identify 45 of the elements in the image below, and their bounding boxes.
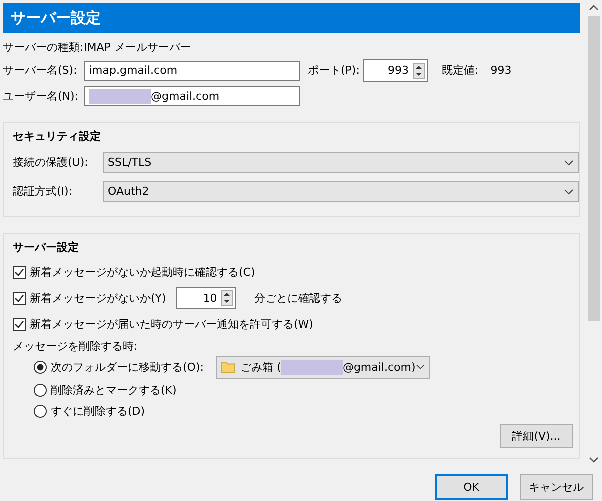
field-label: 既定値: bbox=[442, 63, 479, 78]
port-spin-field[interactable]: 993 bbox=[363, 59, 428, 82]
field-label: 認証方式(I): bbox=[13, 184, 74, 199]
advanced-button[interactable]: 詳細(V)... bbox=[500, 424, 573, 448]
spinner-arrows-icon[interactable] bbox=[413, 62, 425, 78]
field-label: サーバー名(S): bbox=[3, 63, 78, 78]
chevron-down-icon bbox=[564, 188, 574, 194]
scroll-down-icon[interactable] bbox=[589, 456, 599, 464]
interval-unit-text: 分ごとに確認する bbox=[254, 290, 342, 306]
radio-button[interactable] bbox=[34, 405, 47, 418]
chevron-down-icon bbox=[564, 160, 574, 166]
chevron-down-icon bbox=[416, 364, 425, 370]
dropdown[interactable]: SSL/TLS bbox=[103, 152, 579, 173]
checkbox[interactable] bbox=[13, 266, 26, 278]
spinner-arrows-icon[interactable] bbox=[221, 290, 234, 306]
page-title: サーバー設定 bbox=[3, 3, 580, 33]
field-label: 接続の保護(U): bbox=[13, 155, 90, 170]
input-field[interactable]: @gmail.com bbox=[84, 86, 300, 106]
checkbox-label[interactable]: 新着メッセージがないか(Y) bbox=[30, 290, 166, 306]
radio-label[interactable]: 次のフォルダーに移動する(O): bbox=[51, 360, 204, 374]
input-field[interactable]: imap.gmail.com bbox=[84, 60, 300, 80]
folder-dropdown[interactable]: ごみ箱 ( @gmail.com) bbox=[216, 356, 430, 378]
scrollbar-thumb[interactable] bbox=[588, 16, 600, 321]
checkbox-label[interactable]: 新着メッセージがないか起動時に確認する(C) bbox=[30, 264, 256, 280]
delete-options-label: メッセージを削除する時: bbox=[13, 339, 139, 354]
dropdown[interactable]: OAuth2 bbox=[103, 181, 579, 202]
radio-button[interactable] bbox=[34, 384, 47, 397]
checkbox[interactable] bbox=[13, 318, 26, 330]
ok-button[interactable]: OK bbox=[435, 474, 508, 500]
field-label: ポート(P): bbox=[308, 63, 361, 78]
default-port-text: 993 bbox=[490, 64, 512, 77]
radio-label[interactable]: すぐに削除する(D) bbox=[51, 404, 146, 419]
group-title: サーバー設定 bbox=[13, 240, 80, 255]
server-type-text: IMAP メールサーバー bbox=[84, 40, 192, 54]
radio-label[interactable]: 削除済みとマークする(K) bbox=[51, 383, 177, 398]
field-label: ユーザー名(N): bbox=[3, 88, 80, 104]
folder-icon bbox=[220, 359, 236, 375]
field-label: サーバーの種類: bbox=[3, 40, 84, 54]
radio-button[interactable] bbox=[34, 360, 47, 374]
scroll-up-icon[interactable] bbox=[589, 4, 599, 12]
group-title: セキュリティ設定 bbox=[13, 129, 102, 144]
checkbox[interactable] bbox=[13, 292, 26, 304]
checkbox-label[interactable]: 新着メッセージが届いた時のサーバー通知を許可する(W) bbox=[30, 316, 314, 332]
interval-spin-field[interactable]: 10 bbox=[176, 287, 236, 309]
cancel-button[interactable]: キャンセル bbox=[520, 474, 593, 500]
